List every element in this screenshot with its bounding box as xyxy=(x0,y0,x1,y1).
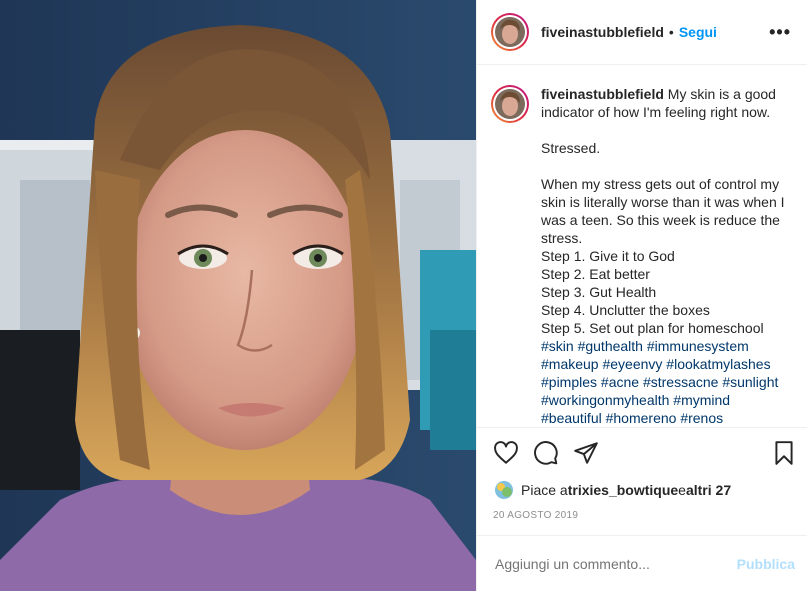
publish-button[interactable]: Pubblica xyxy=(737,556,795,572)
follow-button[interactable]: Segui xyxy=(679,24,717,40)
post-photo[interactable] xyxy=(0,0,476,591)
liker-username[interactable]: trixies_bowtique xyxy=(568,482,678,498)
caption-text: fiveinastubblefield My skin is a good in… xyxy=(541,85,791,427)
post-sidebar: fiveinastubblefield • Segui ••• fiveinas… xyxy=(476,0,807,591)
avatar-image xyxy=(495,481,513,499)
author-avatar[interactable] xyxy=(491,13,529,51)
caption-body: My skin is a good indicator of how I'm f… xyxy=(541,86,785,336)
caption-username[interactable]: fiveinastubblefield xyxy=(541,86,664,102)
caption-author-avatar[interactable] xyxy=(491,85,529,123)
selfie-image xyxy=(0,0,476,591)
bookmark-icon[interactable] xyxy=(771,440,797,466)
avatar-image xyxy=(495,17,525,47)
caption-section: fiveinastubblefield My skin is a good in… xyxy=(477,65,807,427)
paper-plane-icon[interactable] xyxy=(573,440,599,466)
author-username[interactable]: fiveinastubblefield xyxy=(541,24,664,40)
likes-summary: Piace a trixies_bowtique e altri 27 xyxy=(477,477,807,503)
caption-hashtags[interactable]: #skin #guthealth #immunesystem #makeup #… xyxy=(541,338,782,426)
likes-prefix: Piace a xyxy=(521,482,568,498)
comment-icon[interactable] xyxy=(533,440,559,466)
comment-input[interactable] xyxy=(493,554,737,573)
instagram-post: fiveinastubblefield • Segui ••• fiveinas… xyxy=(0,0,807,591)
post-header: fiveinastubblefield • Segui ••• xyxy=(477,0,807,65)
liker-avatar[interactable] xyxy=(495,481,513,499)
heart-icon[interactable] xyxy=(493,440,519,466)
comment-form: Pubblica xyxy=(477,535,807,591)
action-bar xyxy=(477,427,807,477)
post-date[interactable]: 20 AGOSTO 2019 xyxy=(477,503,807,527)
more-options-icon[interactable]: ••• xyxy=(769,23,791,41)
separator-dot: • xyxy=(668,24,674,40)
likes-others-link[interactable]: altri 27 xyxy=(686,482,731,498)
avatar-image xyxy=(495,89,525,119)
likes-middle: e xyxy=(678,482,686,498)
